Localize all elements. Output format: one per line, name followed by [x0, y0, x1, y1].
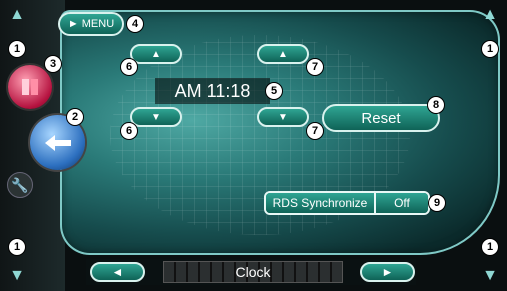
- callout-1: 1: [8, 238, 26, 256]
- screen: ▲ ▲ ▼ ▼ ► MENU 🔧 ▲ ▲ ▼ ▼ AM 11:18 Reset …: [0, 0, 507, 291]
- menu-button[interactable]: ► MENU: [58, 12, 124, 36]
- rds-synchronize-control[interactable]: RDS Synchronize Off: [264, 191, 430, 215]
- callout-1: 1: [481, 238, 499, 256]
- source-button[interactable]: [8, 65, 52, 109]
- corner-up-left-icon[interactable]: ▲: [8, 6, 26, 24]
- menu-button-label: MENU: [81, 18, 115, 30]
- corner-down-right-icon[interactable]: ▼: [481, 267, 499, 285]
- prev-button[interactable]: ◄: [90, 262, 145, 282]
- callout-7: 7: [306, 122, 324, 140]
- clock-display: AM 11:18: [155, 78, 270, 104]
- rds-synchronize-value[interactable]: Off: [374, 193, 428, 213]
- callout-9: 9: [428, 194, 446, 212]
- screen-title: Clock: [163, 261, 343, 283]
- callout-7: 7: [306, 58, 324, 76]
- play-icon: ►: [67, 18, 79, 30]
- wrench-icon: 🔧: [11, 176, 29, 193]
- callout-8: 8: [427, 96, 445, 114]
- reset-button[interactable]: Reset: [322, 104, 440, 132]
- rds-synchronize-label: RDS Synchronize: [266, 193, 374, 213]
- hour-down-button[interactable]: ▼: [130, 107, 182, 127]
- back-arrow-icon: [44, 134, 71, 151]
- corner-down-left-icon[interactable]: ▼: [8, 267, 26, 285]
- callout-2: 2: [66, 108, 84, 126]
- callout-5: 5: [265, 82, 283, 100]
- callout-3: 3: [44, 55, 62, 73]
- minute-up-button[interactable]: ▲: [257, 44, 309, 64]
- callout-1: 1: [481, 40, 499, 58]
- corner-up-right-icon[interactable]: ▲: [481, 6, 499, 24]
- callout-1: 1: [8, 40, 26, 58]
- setup-button[interactable]: 🔧: [7, 172, 33, 198]
- source-icon: [22, 79, 38, 95]
- callout-6: 6: [120, 58, 138, 76]
- callout-6: 6: [120, 122, 138, 140]
- hour-up-button[interactable]: ▲: [130, 44, 182, 64]
- minute-down-button[interactable]: ▼: [257, 107, 309, 127]
- callout-4: 4: [126, 15, 144, 33]
- next-button[interactable]: ►: [360, 262, 415, 282]
